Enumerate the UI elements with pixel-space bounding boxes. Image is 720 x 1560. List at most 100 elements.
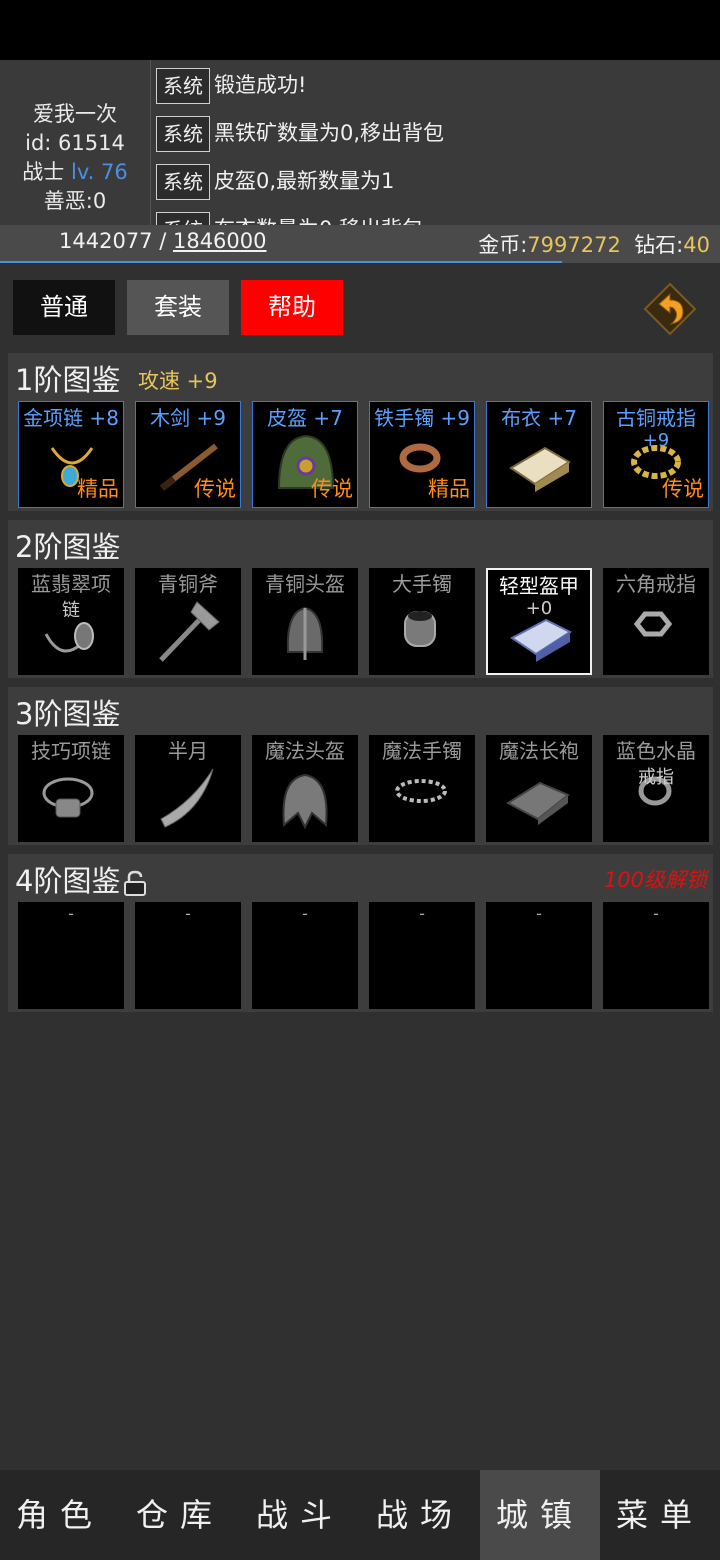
bottom-nav: 角色 仓库 战斗 战场 城镇 菜单 <box>0 1470 720 1560</box>
item-grid: - - - - - - <box>18 902 709 1009</box>
magic-helmet-icon <box>282 773 328 830</box>
item-name-line2: 链 <box>62 600 80 621</box>
item-name: 技巧项链 <box>31 739 111 763</box>
item-quality: 精品 <box>428 477 470 501</box>
collection-tier-4: 4阶图鉴 100级解锁 - - - - - - <box>8 854 713 1012</box>
item-slot-locked: - <box>252 902 358 1009</box>
magic-robe-icon <box>506 781 570 825</box>
item-slot[interactable]: 金项链 +8 精品 <box>18 401 124 508</box>
status-bar <box>0 0 720 60</box>
item-slot-locked: - <box>486 902 592 1009</box>
exp-separator: / <box>152 229 173 253</box>
tab-suit[interactable]: 套装 <box>127 280 229 335</box>
nav-battlefield[interactable]: 战场 <box>360 1470 480 1560</box>
exp-current: 1442077 <box>59 229 153 253</box>
nav-menu[interactable]: 菜单 <box>600 1470 720 1560</box>
log-text: 锻造成功! <box>214 73 307 97</box>
item-slot[interactable]: 蓝色水晶 戒指 <box>603 735 709 842</box>
log-tag: 系统 <box>156 212 210 225</box>
section-title: 2阶图鉴 <box>15 530 121 564</box>
item-slot-selected[interactable]: 轻型盔甲 +0 <box>486 568 592 675</box>
exp-text: 1442077 / 1846000 <box>59 229 267 253</box>
item-grid: 金项链 +8 精品 木剑 +9 传说 皮盔 +7 传说 铁手镯 +9 精品 布衣… <box>18 401 709 508</box>
item-slot[interactable]: 布衣 +7 <box>486 401 592 508</box>
player-id: id: 61514 <box>25 131 125 155</box>
gold-value: 7997272 <box>527 233 621 257</box>
item-quality: 传说 <box>194 477 236 501</box>
section-title: 3阶图鉴 <box>15 697 121 731</box>
empty-slot-label: - <box>68 904 74 923</box>
empty-slot-label: - <box>653 904 659 923</box>
collection-tier-3: 3阶图鉴 技巧项链 半月 魔法头盔 魔法手镯 魔法长袍 蓝色水晶 戒指 <box>8 687 713 845</box>
item-enhance: +9 <box>642 430 670 451</box>
player-info: 爱我一次 id: 61514 战士 lv. 76 善恶:0 <box>0 60 150 225</box>
item-name: 青铜头盔 <box>265 572 345 596</box>
nav-battle[interactable]: 战斗 <box>240 1470 360 1560</box>
item-slot[interactable]: 青铜斧 <box>135 568 241 675</box>
item-enhance: +0 <box>525 598 553 619</box>
item-slot-locked: - <box>603 902 709 1009</box>
item-name: 蓝翡翠项 <box>31 572 111 596</box>
item-slot[interactable]: 铁手镯 +9 精品 <box>369 401 475 508</box>
bronze-helmet-icon <box>286 606 324 660</box>
log-row: 系统 皮盔0,最新数量为1 <box>156 164 716 212</box>
empty-slot-label: - <box>185 904 191 923</box>
player-level: lv. 76 <box>70 160 128 184</box>
item-name: 皮盔 +7 <box>267 406 343 430</box>
item-slot[interactable]: 木剑 +9 传说 <box>135 401 241 508</box>
item-slot[interactable]: 蓝翡翠项 链 <box>18 568 124 675</box>
item-slot[interactable]: 古铜戒指 +9 传说 <box>603 401 709 508</box>
header-panel: 爱我一次 id: 61514 战士 lv. 76 善恶:0 系统 锻造成功! 系统… <box>0 60 720 225</box>
system-log[interactable]: 系统锻造成功! 系统黑铁矿数量为0,移出背包 系统皮盔0,最新数量为1 系统布衣… <box>156 68 716 225</box>
item-name: 古铜戒指 <box>616 406 696 430</box>
item-slot[interactable]: 魔法手镯 <box>369 735 475 842</box>
item-slot[interactable]: 魔法头盔 <box>252 735 358 842</box>
magic-bracelet-icon <box>395 779 447 803</box>
diamond-value: 40 <box>683 233 710 257</box>
lock-icon <box>124 870 146 896</box>
empty-slot-label: - <box>419 904 425 923</box>
item-slot[interactable]: 技巧项链 <box>18 735 124 842</box>
log-row: 系统 锻造成功! <box>156 68 716 116</box>
item-quality: 精品 <box>77 477 119 501</box>
item-quality: 传说 <box>662 477 704 501</box>
log-text: 黑铁矿数量为0,移出背包 <box>214 121 445 145</box>
item-slot[interactable]: 青铜头盔 <box>252 568 358 675</box>
half-moon-blade-icon <box>160 768 214 828</box>
player-name: 爱我一次 <box>33 102 117 126</box>
item-name: 大手镯 <box>392 572 452 596</box>
item-name: 魔法手镯 <box>382 739 462 763</box>
item-slot-locked: - <box>18 902 124 1009</box>
item-name: 铁手镯 +9 <box>374 406 470 430</box>
log-tag: 系统 <box>156 68 210 104</box>
item-slot[interactable]: 皮盔 +7 传说 <box>252 401 358 508</box>
log-row: 系统 黑铁矿数量为0,移出背包 <box>156 116 716 164</box>
item-slot[interactable]: 六角戒指 <box>603 568 709 675</box>
item-name: 金项链 +8 <box>23 406 119 430</box>
tab-normal[interactable]: 普通 <box>13 280 115 335</box>
item-slot[interactable]: 大手镯 <box>369 568 475 675</box>
item-slot[interactable]: 半月 <box>135 735 241 842</box>
skill-necklace-icon <box>42 777 94 818</box>
item-name: 青铜斧 <box>158 572 218 596</box>
nav-warehouse[interactable]: 仓库 <box>120 1470 240 1560</box>
nav-town[interactable]: 城镇 <box>480 1470 600 1560</box>
diamond-label: 钻石: <box>634 233 684 257</box>
currency-display: 金币:7997272 钻石:40 <box>478 229 710 259</box>
player-class: 战士 <box>22 160 65 184</box>
unlock-requirement: 100级解锁 <box>603 868 707 892</box>
item-quality: 传说 <box>311 477 353 501</box>
help-button[interactable]: 帮助 <box>241 280 343 335</box>
back-arrow-icon[interactable] <box>643 282 697 336</box>
gold-label: 金币: <box>478 233 528 257</box>
item-name: 魔法长袍 <box>499 739 579 763</box>
cloth-armor-icon <box>509 446 571 492</box>
log-tag: 系统 <box>156 116 210 152</box>
nav-character[interactable]: 角色 <box>0 1470 120 1560</box>
log-text: 皮盔0,最新数量为1 <box>214 169 395 193</box>
big-bracelet-icon <box>404 611 436 647</box>
exp-max: 1846000 <box>172 229 267 253</box>
item-slot-locked: - <box>369 902 475 1009</box>
item-slot[interactable]: 魔法长袍 <box>486 735 592 842</box>
item-grid: 技巧项链 半月 魔法头盔 魔法手镯 魔法长袍 蓝色水晶 戒指 <box>18 735 709 842</box>
